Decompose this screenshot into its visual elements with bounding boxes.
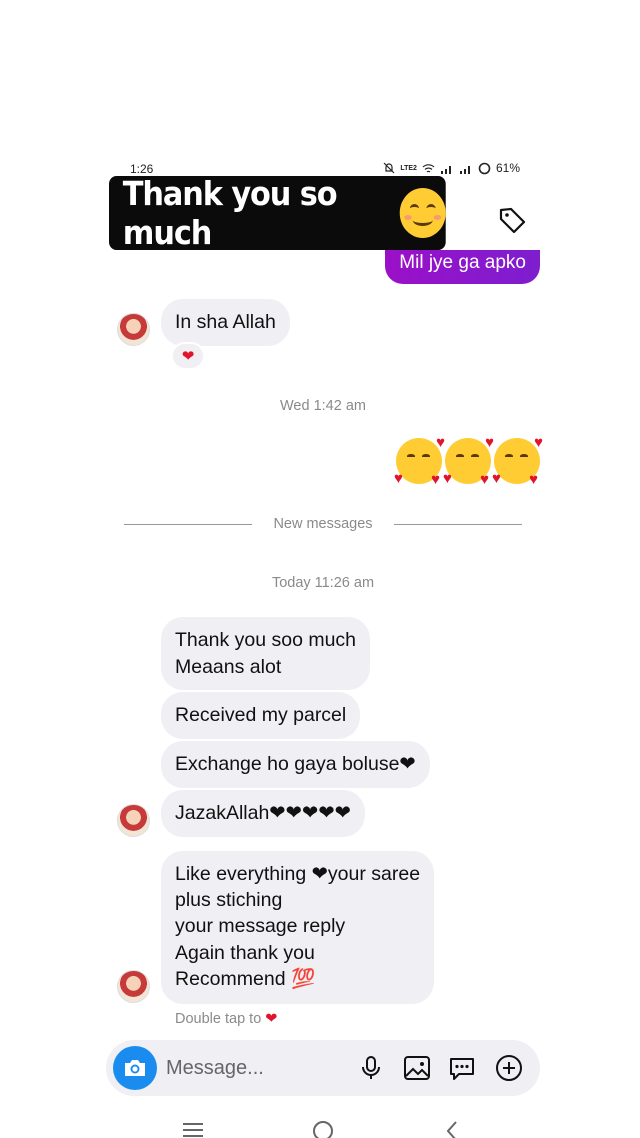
smiling-face-with-hearts-emoji-icon: ♥ ♥ ♥ xyxy=(443,434,494,488)
received-message-bubble[interactable]: Like everything ❤your saree plus stichin… xyxy=(161,851,435,1004)
received-message-bubble[interactable]: In sha Allah xyxy=(161,299,290,346)
battery-level: 61% xyxy=(495,161,520,175)
double-tap-text: Double tap to xyxy=(175,1011,262,1027)
signal-icon-2 xyxy=(459,165,470,174)
message-composer xyxy=(106,1040,540,1096)
network-indicator: LTE2 xyxy=(400,164,417,172)
avatar[interactable] xyxy=(117,804,150,837)
menu-icon[interactable] xyxy=(180,1118,206,1138)
timestamp-today: Today 11:26 am xyxy=(271,575,375,591)
heart-icon: ❤ xyxy=(265,1011,278,1027)
double-tap-hint: Double tap to ❤ xyxy=(175,1011,277,1027)
system-navigation-bar xyxy=(98,1110,548,1138)
divider-line xyxy=(394,524,522,525)
signal-icon xyxy=(440,165,451,174)
plus-icon[interactable] xyxy=(494,1053,524,1083)
received-message-bubble[interactable]: Received my parcel xyxy=(161,692,361,739)
story-caption: Thank you so much xyxy=(109,174,446,252)
smiling-face-with-hearts-emoji-icon: ♥ ♥ ♥ xyxy=(492,434,543,488)
sent-emoji-message[interactable]: ♥ ♥ ♥ ♥ ♥ ♥ ♥ ♥ ♥ xyxy=(394,434,543,488)
received-message-bubble[interactable]: Thank you soo much Meaans alot xyxy=(161,617,371,690)
timestamp-wed: Wed 1:42 am xyxy=(280,398,366,414)
caption-text: Thank you so much xyxy=(122,174,338,252)
gallery-icon[interactable] xyxy=(402,1053,432,1083)
sticker-icon[interactable] xyxy=(447,1053,477,1083)
camera-icon xyxy=(125,1060,145,1076)
wifi-icon xyxy=(422,163,435,172)
avatar[interactable] xyxy=(117,970,150,1003)
smiling-face-with-hearts-emoji-icon: ♥ ♥ ♥ xyxy=(394,434,445,488)
avatar[interactable] xyxy=(117,313,150,346)
received-message-bubble[interactable]: Exchange ho gaya boluse❤ xyxy=(161,741,430,788)
message-input[interactable] xyxy=(166,1054,346,1082)
tag-icon[interactable] xyxy=(497,205,527,235)
heart-reaction-badge[interactable]: ❤ xyxy=(171,342,205,370)
microphone-icon[interactable] xyxy=(356,1053,386,1083)
smiling-face-emoji-icon xyxy=(399,188,446,238)
sent-message-bubble[interactable]: Mil jye ga apko xyxy=(385,250,540,284)
battery-ring-icon xyxy=(478,162,491,174)
status-icons: LTE2 61% xyxy=(383,161,520,175)
home-icon[interactable] xyxy=(310,1118,336,1138)
new-messages-divider: New messages xyxy=(124,516,522,536)
mute-icon xyxy=(383,162,395,174)
camera-button[interactable] xyxy=(113,1046,157,1090)
received-message-bubble[interactable]: JazakAllah❤❤❤❤❤ xyxy=(161,790,365,837)
back-icon[interactable] xyxy=(440,1118,466,1138)
